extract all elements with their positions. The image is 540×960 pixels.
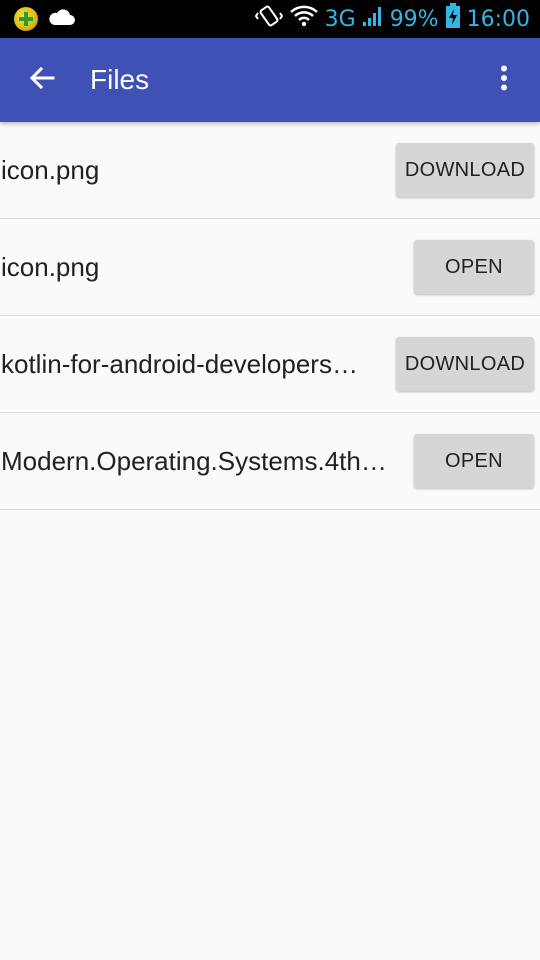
file-row: Modern.Operating.Systems.4th… OPEN — [0, 413, 540, 510]
battery-percent: 99% — [389, 6, 439, 32]
overflow-menu-button[interactable] — [484, 60, 524, 100]
open-button[interactable]: OPEN — [414, 240, 534, 294]
file-name: Modern.Operating.Systems.4th… — [1, 445, 387, 476]
back-button[interactable] — [0, 38, 84, 122]
wifi-icon — [289, 4, 319, 34]
page-title: Files — [90, 64, 150, 95]
download-button[interactable]: DOWNLOAD — [396, 143, 534, 197]
app-bar: Files — [0, 38, 540, 122]
download-button[interactable]: DOWNLOAD — [396, 337, 534, 391]
file-row: kotlin-for-android-developers… DOWNLOAD — [0, 316, 540, 413]
arrow-back-icon — [29, 66, 55, 95]
file-name: kotlin-for-android-developers… — [1, 348, 358, 379]
open-button[interactable]: OPEN — [414, 434, 534, 488]
clock: 16:00 — [466, 6, 530, 32]
battery-icon — [445, 3, 461, 35]
more-vert-icon — [500, 65, 508, 96]
status-system: 3G 99% 16:00 — [254, 3, 530, 35]
vibrate-icon — [254, 4, 283, 34]
status-bar: 3G 99% 16:00 — [0, 0, 540, 38]
signal-icon — [362, 4, 384, 34]
cloud-icon — [46, 7, 76, 32]
app-notification-icon — [14, 7, 38, 31]
file-name: icon.png — [1, 251, 100, 282]
status-notifications — [14, 7, 76, 32]
file-name: icon.png — [1, 154, 100, 185]
network-type: 3G — [324, 6, 356, 32]
file-row: icon.png DOWNLOAD — [0, 122, 540, 219]
file-row: icon.png OPEN — [0, 219, 540, 316]
file-list: icon.png DOWNLOAD icon.png OPEN kotlin-f… — [0, 122, 540, 510]
